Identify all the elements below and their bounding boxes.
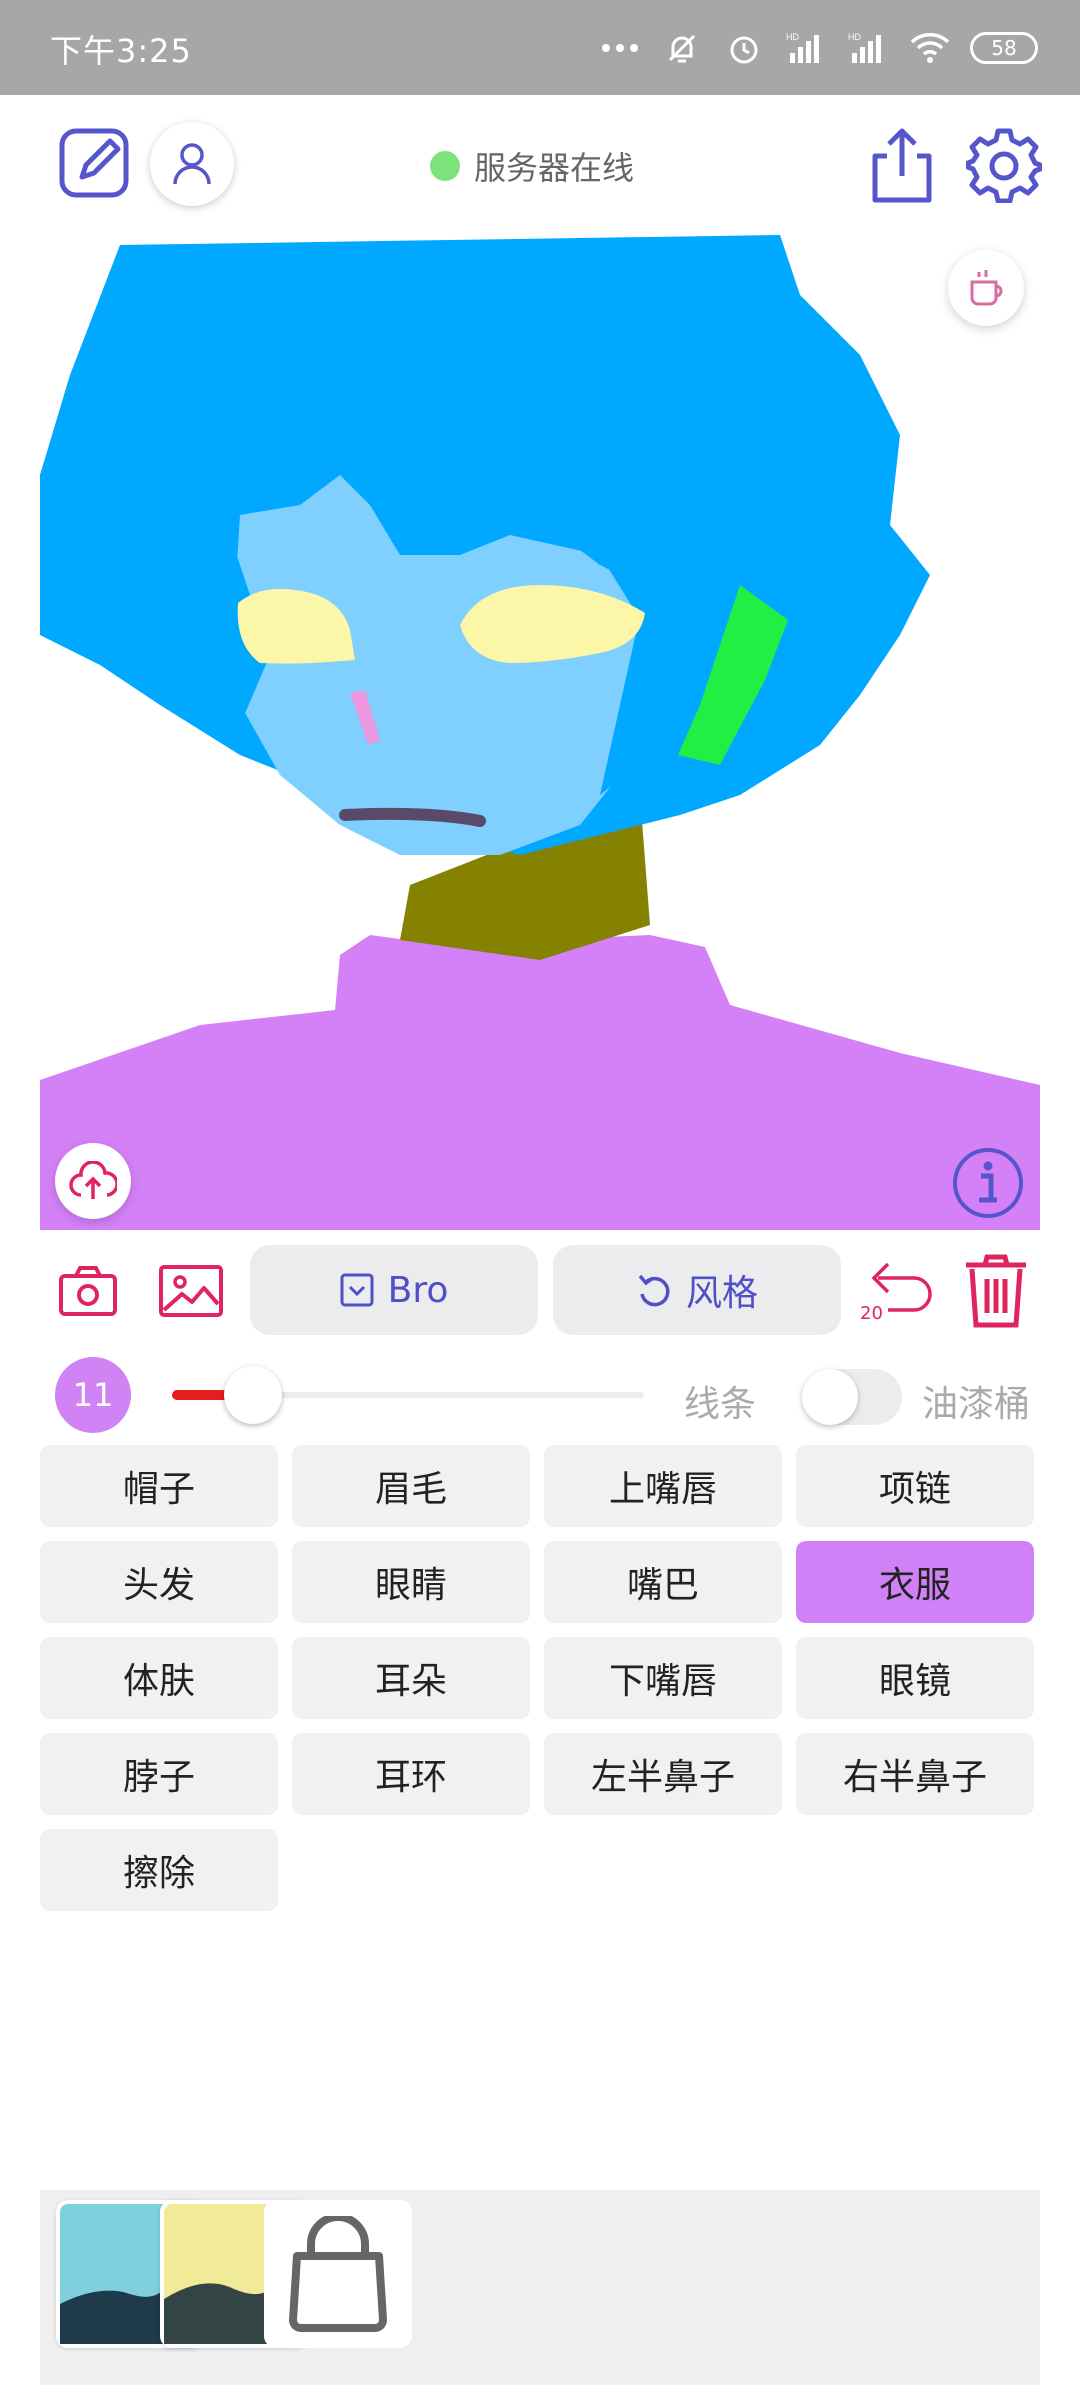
server-status: 服务器在线 xyxy=(430,143,634,189)
cloud-upload-icon xyxy=(69,1161,117,1199)
checkbox-icon xyxy=(340,1273,374,1307)
info-button[interactable] xyxy=(950,1145,1026,1221)
paint-bucket-toggle-knob xyxy=(802,1369,858,1425)
category-button[interactable]: 上嘴唇 xyxy=(544,1445,782,1527)
style-label: 风格 xyxy=(685,1273,758,1314)
camera-icon xyxy=(59,1266,117,1316)
bell-off-icon xyxy=(660,26,704,70)
battery-indicator: 58 xyxy=(970,32,1038,64)
edit-icon xyxy=(59,128,129,198)
category-button[interactable]: 衣服 xyxy=(796,1541,1034,1623)
category-grid: 帽子 眉毛 上嘴唇 项链头发 眼睛 嘴巴 衣服体肤 耳朵 下嘴唇 眼镜脖子 耳环 左半鼻子 右半鼻子擦除 xyxy=(40,1445,1040,1911)
category-button[interactable]: 下嘴唇 xyxy=(544,1637,782,1719)
category-button[interactable]: 右半鼻子 xyxy=(796,1733,1034,1815)
category-button[interactable]: 嘴巴 xyxy=(544,1541,782,1623)
category-button[interactable]: 耳朵 xyxy=(292,1637,530,1719)
category-button[interactable]: 眼镜 xyxy=(796,1637,1034,1719)
category-button[interactable]: 擦除 xyxy=(40,1829,278,1911)
brush-label: Bro xyxy=(387,1269,449,1311)
style-strip xyxy=(40,2190,1040,2385)
category-button[interactable]: 头发 xyxy=(40,1541,278,1623)
signal-hd-icon: HD xyxy=(784,26,828,70)
undo-count: 20 xyxy=(860,1303,883,1324)
coffee-cup-icon xyxy=(970,270,1003,306)
category-button[interactable]: 左半鼻子 xyxy=(544,1733,782,1815)
paint-bucket-toggle[interactable] xyxy=(802,1369,902,1425)
category-button[interactable]: 体肤 xyxy=(40,1637,278,1719)
share-button[interactable] xyxy=(864,125,940,205)
category-button[interactable]: 耳环 xyxy=(292,1733,530,1815)
upload-button[interactable] xyxy=(55,1143,131,1219)
server-status-dot xyxy=(430,151,460,181)
category-button[interactable]: 眼睛 xyxy=(292,1541,530,1623)
svg-text:HD: HD xyxy=(786,32,799,42)
rotate-left-icon xyxy=(638,1274,670,1307)
category-button[interactable]: 帽子 xyxy=(40,1445,278,1527)
undo-button[interactable]: 20 xyxy=(858,1255,938,1331)
line-label: 线条 xyxy=(684,1384,757,1425)
drawing-canvas[interactable] xyxy=(40,235,1040,1230)
character-drawing xyxy=(40,235,1040,1230)
camera-button[interactable] xyxy=(58,1261,118,1321)
status-time: 下午3:25 xyxy=(50,32,192,70)
image-icon xyxy=(159,1265,223,1317)
alarm-icon xyxy=(722,26,766,70)
brush-size-badge: 11 xyxy=(55,1357,131,1433)
coffee-button[interactable] xyxy=(948,250,1024,326)
brush-size-value: 11 xyxy=(72,1376,114,1414)
gallery-button[interactable] xyxy=(158,1261,224,1321)
line-width-slider-thumb[interactable] xyxy=(223,1366,282,1424)
more-dots-icon xyxy=(598,26,642,70)
brush-select-button[interactable]: Bro xyxy=(250,1245,538,1335)
signal-hd-icon: HD xyxy=(846,26,890,70)
user-icon xyxy=(173,143,211,185)
top-bar: 服务器在线 xyxy=(0,95,1080,235)
server-status-label: 服务器在线 xyxy=(474,149,635,187)
status-icons: HD HD 58 xyxy=(598,22,1038,74)
gear-icon xyxy=(966,128,1042,203)
line-width-slider-fill xyxy=(172,1390,229,1400)
trash-icon xyxy=(966,1254,1026,1328)
share-icon xyxy=(872,128,932,203)
brush-settings: 11 线条 油漆桶 xyxy=(0,1355,1080,1435)
delete-button[interactable] xyxy=(958,1251,1034,1331)
settings-button[interactable] xyxy=(964,125,1044,205)
edit-sketch-button[interactable] xyxy=(58,125,134,201)
style-button[interactable]: 风格 xyxy=(553,1245,841,1335)
category-button[interactable]: 脖子 xyxy=(40,1733,278,1815)
shopping-bag-icon xyxy=(289,2216,387,2332)
paint-bucket-label: 油漆桶 xyxy=(922,1384,1031,1425)
svg-text:HD: HD xyxy=(848,32,861,42)
store-button[interactable] xyxy=(264,2200,412,2348)
battery-level: 58 xyxy=(991,36,1017,60)
category-button[interactable]: 项链 xyxy=(796,1445,1034,1527)
category-button[interactable]: 眉毛 xyxy=(292,1445,530,1527)
profile-button[interactable] xyxy=(150,122,234,206)
line-width-slider[interactable] xyxy=(172,1366,644,1424)
status-bar: 下午3:25 HD HD 58 xyxy=(0,0,1080,95)
drawing-toolbar: Bro 风格 20 xyxy=(0,1245,1080,1345)
info-icon xyxy=(953,1148,1023,1218)
wifi-icon xyxy=(908,26,952,70)
